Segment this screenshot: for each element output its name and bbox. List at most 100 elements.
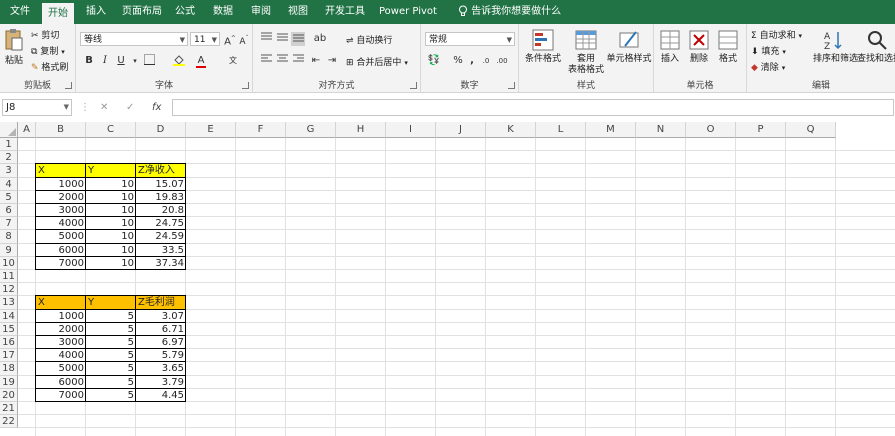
table1-data-cell[interactable]: 1000 (36, 178, 86, 191)
autosum-button[interactable]: Σ 自动求和 ▾ (751, 28, 802, 41)
wrap-text-button[interactable]: ⇌ 自动换行 (346, 33, 392, 46)
table1-data-cell[interactable]: 10 (86, 217, 136, 230)
table2-data-cell[interactable]: 2000 (36, 323, 86, 336)
table1-header-cell[interactable]: X (36, 164, 86, 177)
table1-data-cell[interactable]: 20.8 (136, 204, 186, 217)
table1-data-cell[interactable]: 37.34 (136, 257, 186, 270)
table2-data-cell[interactable]: 6.97 (136, 336, 186, 349)
column-header-H[interactable]: H (336, 122, 386, 138)
table2-data-cell[interactable]: 5 (86, 310, 136, 323)
column-header-E[interactable]: E (186, 122, 236, 138)
table2-data-cell[interactable]: 5 (86, 323, 136, 336)
table2-data-cell[interactable]: 5 (86, 349, 136, 362)
table2-data-cell[interactable]: 3.65 (136, 362, 186, 375)
table1-data-cell[interactable]: 3000 (36, 204, 86, 217)
chevron-down-icon[interactable]: ▾ (128, 54, 142, 68)
italic-button[interactable]: I (98, 54, 112, 68)
tab-insert[interactable]: 插入 (80, 0, 112, 24)
decrease-indent-icon[interactable]: ⇤ (309, 54, 323, 68)
row-header-21[interactable]: 21 (0, 402, 18, 416)
row-header-17[interactable]: 17 (0, 349, 18, 363)
table1-data-cell[interactable]: 24.75 (136, 217, 186, 230)
tab-home[interactable]: 开始 (42, 3, 74, 24)
cut-button[interactable]: ✂ 剪切 (31, 28, 59, 41)
table1-data-cell[interactable]: 10 (86, 244, 136, 257)
column-header-A[interactable]: A (18, 122, 36, 138)
tab-page-layout[interactable]: 页面布局 (116, 0, 168, 24)
fill-button[interactable]: ⬇ 填充 ▾ (751, 44, 786, 57)
underline-button[interactable]: U (114, 54, 128, 68)
row-header-16[interactable]: 16 (0, 336, 18, 350)
tab-data[interactable]: 数据 (207, 0, 239, 24)
align-right-icon[interactable] (291, 54, 305, 68)
phonetic-icon[interactable]: 文 (226, 54, 240, 68)
table1-data-cell[interactable]: 10 (86, 178, 136, 191)
row-header-11[interactable]: 11 (0, 270, 18, 284)
table2-header-cell[interactable]: Z毛利润 (136, 296, 186, 309)
table2-data-cell[interactable]: 4.45 (136, 389, 186, 402)
orientation-icon[interactable]: ab (313, 32, 327, 46)
row-header-2[interactable]: 2 (0, 151, 18, 165)
cancel-icon[interactable]: ✕ (100, 102, 108, 113)
decrease-decimal-icon[interactable]: .00 (495, 54, 509, 68)
table2-data-cell[interactable]: 5 (86, 389, 136, 402)
table2-header-cell[interactable]: X (36, 296, 86, 309)
table2-data-cell[interactable]: 5 (86, 336, 136, 349)
font-name-select[interactable]: 等线 ▼ (80, 32, 188, 46)
row-header-12[interactable]: 12 (0, 283, 18, 297)
find-select-button[interactable]: 查找和选择 (857, 28, 895, 65)
comma-icon[interactable]: , (465, 54, 479, 68)
percent-icon[interactable]: % (451, 54, 465, 68)
row-header-10[interactable]: 10 (0, 256, 18, 270)
insert-function-icon[interactable]: fx (152, 102, 161, 113)
table1-data-cell[interactable]: 5000 (36, 230, 86, 243)
dialog-launcher-icon[interactable] (410, 82, 417, 89)
table1-data-cell[interactable]: 15.07 (136, 178, 186, 191)
row-header-15[interactable]: 15 (0, 322, 18, 336)
table1-header-cell[interactable]: Z净收入 (136, 164, 186, 177)
font-size-select[interactable]: 11 ▼ (190, 32, 220, 46)
bold-button[interactable]: B (82, 54, 96, 68)
merge-center-button[interactable]: ⊞ 合并后居中 ▾ (346, 55, 408, 68)
table1-data-cell[interactable]: 4000 (36, 217, 86, 230)
align-middle-icon[interactable] (275, 32, 289, 46)
row-header-1[interactable]: 1 (0, 138, 18, 152)
dialog-launcher-icon[interactable] (242, 82, 249, 89)
copy-button[interactable]: ⧉ 复制 ▾ (31, 44, 65, 57)
table2-data-cell[interactable]: 5 (86, 362, 136, 375)
table2-data-cell[interactable]: 3.79 (136, 376, 186, 389)
table1-data-cell[interactable]: 2000 (36, 191, 86, 204)
table2-data-cell[interactable]: 3000 (36, 336, 86, 349)
column-header-I[interactable]: I (386, 122, 436, 138)
table2-data-cell[interactable]: 5.79 (136, 349, 186, 362)
row-header-22[interactable]: 22 (0, 415, 18, 429)
column-header-J[interactable]: J (436, 122, 486, 138)
table2-data-cell[interactable]: 6.71 (136, 323, 186, 336)
conditional-formatting-button[interactable]: 条件格式 (521, 28, 565, 65)
row-header-13[interactable]: 13 (0, 296, 18, 310)
column-header-C[interactable]: C (86, 122, 136, 138)
format-painter-button[interactable]: ✎ 格式刷 (31, 60, 68, 73)
format-cells-button[interactable]: 格式 (714, 28, 742, 65)
border-icon[interactable] (142, 54, 156, 68)
sort-filter-button[interactable]: AZ 排序和筛选 (813, 28, 858, 65)
row-header-18[interactable]: 18 (0, 362, 18, 376)
table1-data-cell[interactable]: 10 (86, 257, 136, 270)
column-header-B[interactable]: B (36, 122, 86, 138)
tab-power-pivot[interactable]: Power Pivot (373, 0, 443, 24)
table2-data-cell[interactable]: 3.07 (136, 310, 186, 323)
row-header-20[interactable]: 20 (0, 388, 18, 402)
column-header-M[interactable]: M (586, 122, 636, 138)
table1-data-cell[interactable]: 10 (86, 204, 136, 217)
tab-developer[interactable]: 开发工具 (319, 0, 371, 24)
table2-data-cell[interactable]: 6000 (36, 376, 86, 389)
column-header-O[interactable]: O (686, 122, 736, 138)
tab-formulas[interactable]: 公式 (169, 0, 201, 24)
table1-data-cell[interactable]: 24.59 (136, 230, 186, 243)
row-header-4[interactable]: 4 (0, 177, 18, 191)
align-bottom-icon[interactable] (291, 32, 305, 46)
increase-decimal-icon[interactable]: .0 (479, 54, 493, 68)
row-header-7[interactable]: 7 (0, 217, 18, 231)
align-top-icon[interactable] (259, 32, 273, 46)
column-header-G[interactable]: G (286, 122, 336, 138)
